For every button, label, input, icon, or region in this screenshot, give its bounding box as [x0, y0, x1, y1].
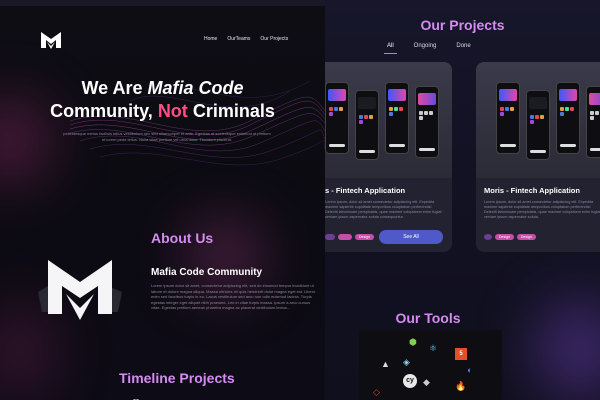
tag-badge: Design	[516, 234, 536, 240]
phone-mockup	[415, 86, 439, 158]
about-text: Lorem ipsum dolor sit amet, consectetur …	[151, 283, 316, 310]
firebase-icon: 🔥	[455, 381, 467, 391]
nodejs-icon: ⬢	[409, 337, 417, 347]
tag-badge: Design	[355, 234, 374, 240]
project-thumbnail	[325, 62, 452, 178]
git-icon: ◇	[373, 387, 380, 397]
hero-title-line1: We Are Mafia Code	[0, 78, 325, 99]
project-card[interactable]: s - Fintech Application Lorem ipsum, dol…	[325, 62, 452, 252]
nav-home-link[interactable]: Home	[204, 36, 217, 42]
hero-title-text: We Are	[81, 78, 148, 98]
projects-page-right: Our Projects All Ongoing Done s - Fintec…	[325, 0, 600, 400]
tools-panel: ⬢ ⚛ 5 ▲ ◈ ◐ cy ◆ 🔥 ◇	[359, 330, 502, 400]
nav-links: Home OurTeams Our Projects	[204, 36, 288, 42]
phone-mockup	[355, 90, 379, 160]
gitlab-icon: ◆	[423, 377, 430, 387]
vite-icon: ▲	[381, 359, 390, 369]
hero-title-accent: Not	[157, 101, 188, 121]
phone-mockup	[586, 86, 600, 158]
nav-our-projects-link[interactable]: Our Projects	[260, 36, 288, 42]
phone-mockup	[325, 82, 349, 154]
tag-badge: Design	[495, 234, 514, 240]
about-mafia-logo	[38, 260, 122, 320]
about-subtitle: Mafia Code Community	[151, 267, 263, 278]
hero-title-text-2: Community,	[50, 101, 158, 121]
html5-icon: 5	[455, 348, 467, 360]
hero-title-emphasis: Mafia Code	[147, 78, 244, 98]
violet-glow	[535, 300, 600, 400]
project-name: s - Fintech Application	[325, 186, 406, 195]
project-card[interactable]: Moris - Fintech Application Lorem ipsum,…	[476, 62, 600, 252]
hero-description: pellentesque metus facilisis tellus vest…	[63, 131, 271, 142]
phone-mockup	[385, 82, 409, 154]
tab-done[interactable]: Done	[456, 43, 470, 54]
webpack-icon: ◈	[403, 357, 410, 367]
angular-icon: ◐	[467, 365, 473, 375]
our-projects-title: Our Projects	[420, 17, 505, 33]
see-all-button[interactable]: See All	[379, 230, 443, 244]
tag-badge	[338, 234, 352, 240]
cypress-icon: cy	[403, 374, 417, 388]
landing-page-left: Home OurTeams Our Projects We Are Mafia …	[0, 0, 325, 400]
timeline-projects-title: Timeline Projects	[119, 370, 235, 386]
top-navigation: Home OurTeams Our Projects	[40, 30, 325, 54]
hero-title-line2: Community, Not Criminals	[0, 101, 325, 122]
about-us-title: About Us	[151, 230, 214, 246]
mafia-code-logo[interactable]	[40, 30, 62, 50]
phone-mockup	[556, 82, 580, 154]
react-icon: ⚛	[429, 343, 438, 353]
tag-badge	[325, 234, 335, 240]
project-thumbnail	[476, 62, 600, 178]
phone-mockup	[496, 82, 520, 154]
tab-all[interactable]: All	[384, 43, 397, 54]
project-description: Lorem ipsum, dolor sit amet consectetur …	[484, 200, 600, 219]
project-tags: Design	[325, 234, 374, 240]
hero-title-text-3: Criminals	[187, 101, 275, 121]
tag-badge	[484, 234, 492, 240]
project-tabs: All Ongoing Done	[384, 43, 491, 54]
project-tags: Design Design	[484, 234, 536, 240]
tab-ongoing[interactable]: Ongoing	[414, 43, 437, 54]
our-tools-title: Our Tools	[395, 310, 461, 326]
phone-mockup	[526, 90, 550, 160]
nav-ourteams-link[interactable]: OurTeams	[227, 36, 250, 42]
project-description: Lorem ipsum, dolor sit amet consectetur …	[325, 200, 442, 219]
project-name: Moris - Fintech Application	[484, 186, 580, 195]
